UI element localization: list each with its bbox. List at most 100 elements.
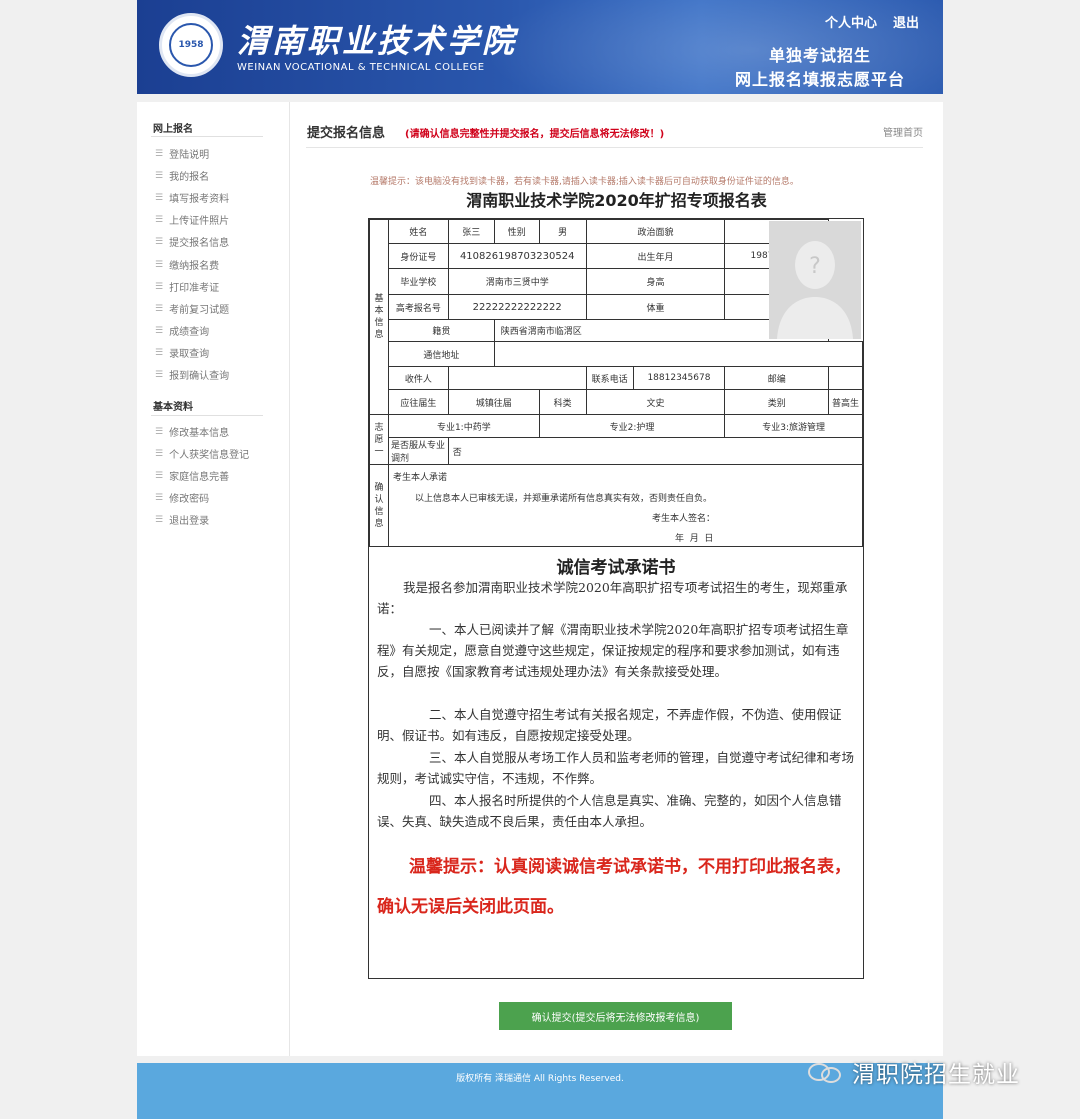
label-class-type: 类别 [724,389,830,415]
label-exam-no: 高考报名号 [387,294,449,320]
sidebar-item-submit-info[interactable]: ☰ 提交报名信息 [155,234,229,250]
value-receiver [447,366,587,390]
card-reader-tip: 温馨提示：该电脑没有找到读卡器，若有读卡器,请插入读卡器;插入读卡器后可自动获取… [370,177,799,187]
major-3: 专业3:旅游管理 [724,414,863,438]
label-phone: 联系电话 [585,366,634,390]
label-postcode: 邮编 [724,366,830,390]
list-icon: ☰ [155,492,164,503]
college-logo: 1958 [159,13,223,77]
list-icon: ☰ [155,148,164,159]
wechat-watermark: 渭职院招生就业 [808,1055,1020,1089]
sidebar-item-pay-fee[interactable]: ☰ 缴纳报名费 [155,257,219,273]
list-icon: ☰ [155,192,164,203]
oath-clause-2: 二、本人自觉遵守招生考试有关报名规定，不弄虚作假，不伪造、使用假证明、假证书。如… [377,707,842,743]
value-grad-type: 城镇往届 [447,389,540,415]
major-1: 专业1:中药学 [387,414,540,438]
page-warning: (请确认信息完整性并提交报名，提交后信息将无法修改！) [405,129,665,140]
svg-text:?: ? [809,254,821,279]
sidebar-item-awards[interactable]: ☰ 个人获奖信息登记 [155,446,249,462]
label-adjust: 是否服从专业调剂 [387,437,449,465]
label-grad-type: 应往届生 [387,389,449,415]
form-title: 渭南职业技术学院2020年扩招专项报名表 [466,191,767,210]
sidebar-item-login-guide[interactable]: ☰ 登陆说明 [155,146,209,162]
list-icon: ☰ [155,170,164,181]
value-address [493,341,864,367]
red-reminder: 温馨提示：认真阅读诚信考试承诺书，不用打印此报名表，确认无误后关闭此页面。 [377,857,851,917]
label-category: 科类 [538,389,587,415]
list-icon: ☰ [155,281,164,292]
list-icon: ☰ [155,347,164,358]
label-name: 姓名 [387,219,449,244]
label-address: 通信地址 [387,341,495,367]
label-receiver: 收件人 [387,366,449,390]
signature-label: 考生本人签名： [651,514,715,524]
sidebar-item-my-registration[interactable]: ☰ 我的报名 [155,168,209,184]
oath-intro: 我是报名参加渭南职业技术学院2020年高职扩招专项考试招生的考生，现郑重承诺： [377,580,848,616]
platform-title-line1: 单独考试招生 [768,46,871,65]
value-id-no: 410826198703230524 [447,243,587,269]
oath-clause-3: 三、本人自觉服从考场工作人员和监考老师的管理，自觉遵守考试纪律和考场规则，考试诚… [377,750,855,786]
sidebar-divider [151,415,263,416]
label-political: 政治面貌 [585,219,726,244]
sidebar-item-admission-query[interactable]: ☰ 录取查询 [155,345,209,361]
college-name-en: WEINAN VOCATIONAL & TECHNICAL COLLEGE [237,62,485,73]
oath-title: 诚信考试承诺书 [556,558,676,578]
sidebar-item-logout[interactable]: ☰ 退出登录 [155,512,209,528]
label-origin: 籍贯 [387,319,495,342]
list-icon: ☰ [155,303,164,314]
sidebar-item-fill-info[interactable]: ☰ 填写报考资料 [155,190,229,206]
list-icon: ☰ [155,236,164,247]
value-school: 渭南市三贤中学 [447,268,587,295]
value-adjust: 否 [447,437,864,465]
value-postcode [828,366,863,390]
content-container: 网上报名 ☰ 登陆说明 ☰ 我的报名 ☰ 填写报考资料 ☰ 上传证件照片 ☰ 提交报名信息… [137,102,943,1056]
admin-home-link[interactable]: 管理首页 [883,124,923,139]
value-exam-no: 22222222222222 [447,294,587,320]
sidebar: 网上报名 ☰ 登陆说明 ☰ 我的报名 ☰ 填写报考资料 ☰ 上传证件照片 ☰ 提交报名信息… [137,102,290,1056]
label-id-no: 身份证号 [387,243,449,269]
wechat-icon [808,1061,846,1083]
confirm-text: 以上信息本人已审核无误，并郑重承诺所有信息真实有效，否则责任自负。 [414,494,712,504]
date-line: 年 月 日 [674,534,714,544]
sidebar-section-online-registration: 网上报名 [153,124,193,135]
confirm-title: 考生本人承诺 [392,473,447,483]
section-label-confirm: 确认信息 [369,464,389,547]
logout-link[interactable]: 退出 [893,12,919,31]
sidebar-item-review-questions[interactable]: ☰ 考前复习试题 [155,301,229,317]
main-content: 提交报名信息 (请确认信息完整性并提交报名，提交后信息将无法修改！) 管理首页 … [290,102,943,1056]
list-icon: ☰ [155,448,164,459]
confirm-cell: 考生本人承诺 以上信息本人已审核无误，并郑重承诺所有信息真实有效，否则责任自负。… [387,464,864,547]
major-2: 专业2:护理 [538,414,726,438]
oath-clause-1: 一、本人已阅读并了解《渭南职业技术学院2020年高职扩招专项考试招生章程》有关规… [377,622,849,679]
sidebar-section-basic-info: 基本资料 [153,402,193,413]
sidebar-item-print-admission[interactable]: ☰ 打印准考证 [155,279,219,295]
value-name: 张三 [447,219,495,244]
page-title: 提交报名信息 [307,126,386,141]
title-divider [306,147,923,148]
list-icon: ☰ [155,426,164,437]
section-label-basic: 基本信息 [369,219,389,415]
list-icon: ☰ [155,369,164,380]
college-name-cn: 渭南职业技术学院 [237,22,518,60]
label-school: 毕业学校 [387,268,449,295]
sidebar-item-score-query[interactable]: ☰ 成绩查询 [155,323,209,339]
sidebar-item-family-info[interactable]: ☰ 家庭信息完善 [155,468,229,484]
list-icon: ☰ [155,259,164,270]
sidebar-item-edit-basic[interactable]: ☰ 修改基本信息 [155,424,229,440]
value-phone: 18812345678 [632,366,726,390]
list-icon: ☰ [155,214,164,225]
value-category: 文史 [585,389,726,415]
list-icon: ☰ [155,470,164,481]
top-links: 个人中心 退出 [825,12,919,31]
value-class-type: 普高生 [828,389,863,415]
sidebar-item-checkin-query[interactable]: ☰ 报到确认查询 [155,367,229,383]
avatar-placeholder: ? [769,221,861,339]
sidebar-item-upload-photo[interactable]: ☰ 上传证件照片 [155,212,229,228]
sidebar-divider [151,136,263,137]
section-label-wish: 志愿一 [369,414,389,465]
personal-center-link[interactable]: 个人中心 [825,12,877,31]
label-birth: 出生年月 [585,243,726,269]
sidebar-item-change-password[interactable]: ☰ 修改密码 [155,490,209,506]
list-icon: ☰ [155,325,164,336]
confirm-submit-button[interactable]: 确认提交(提交后将无法修改报考信息) [499,1002,732,1030]
